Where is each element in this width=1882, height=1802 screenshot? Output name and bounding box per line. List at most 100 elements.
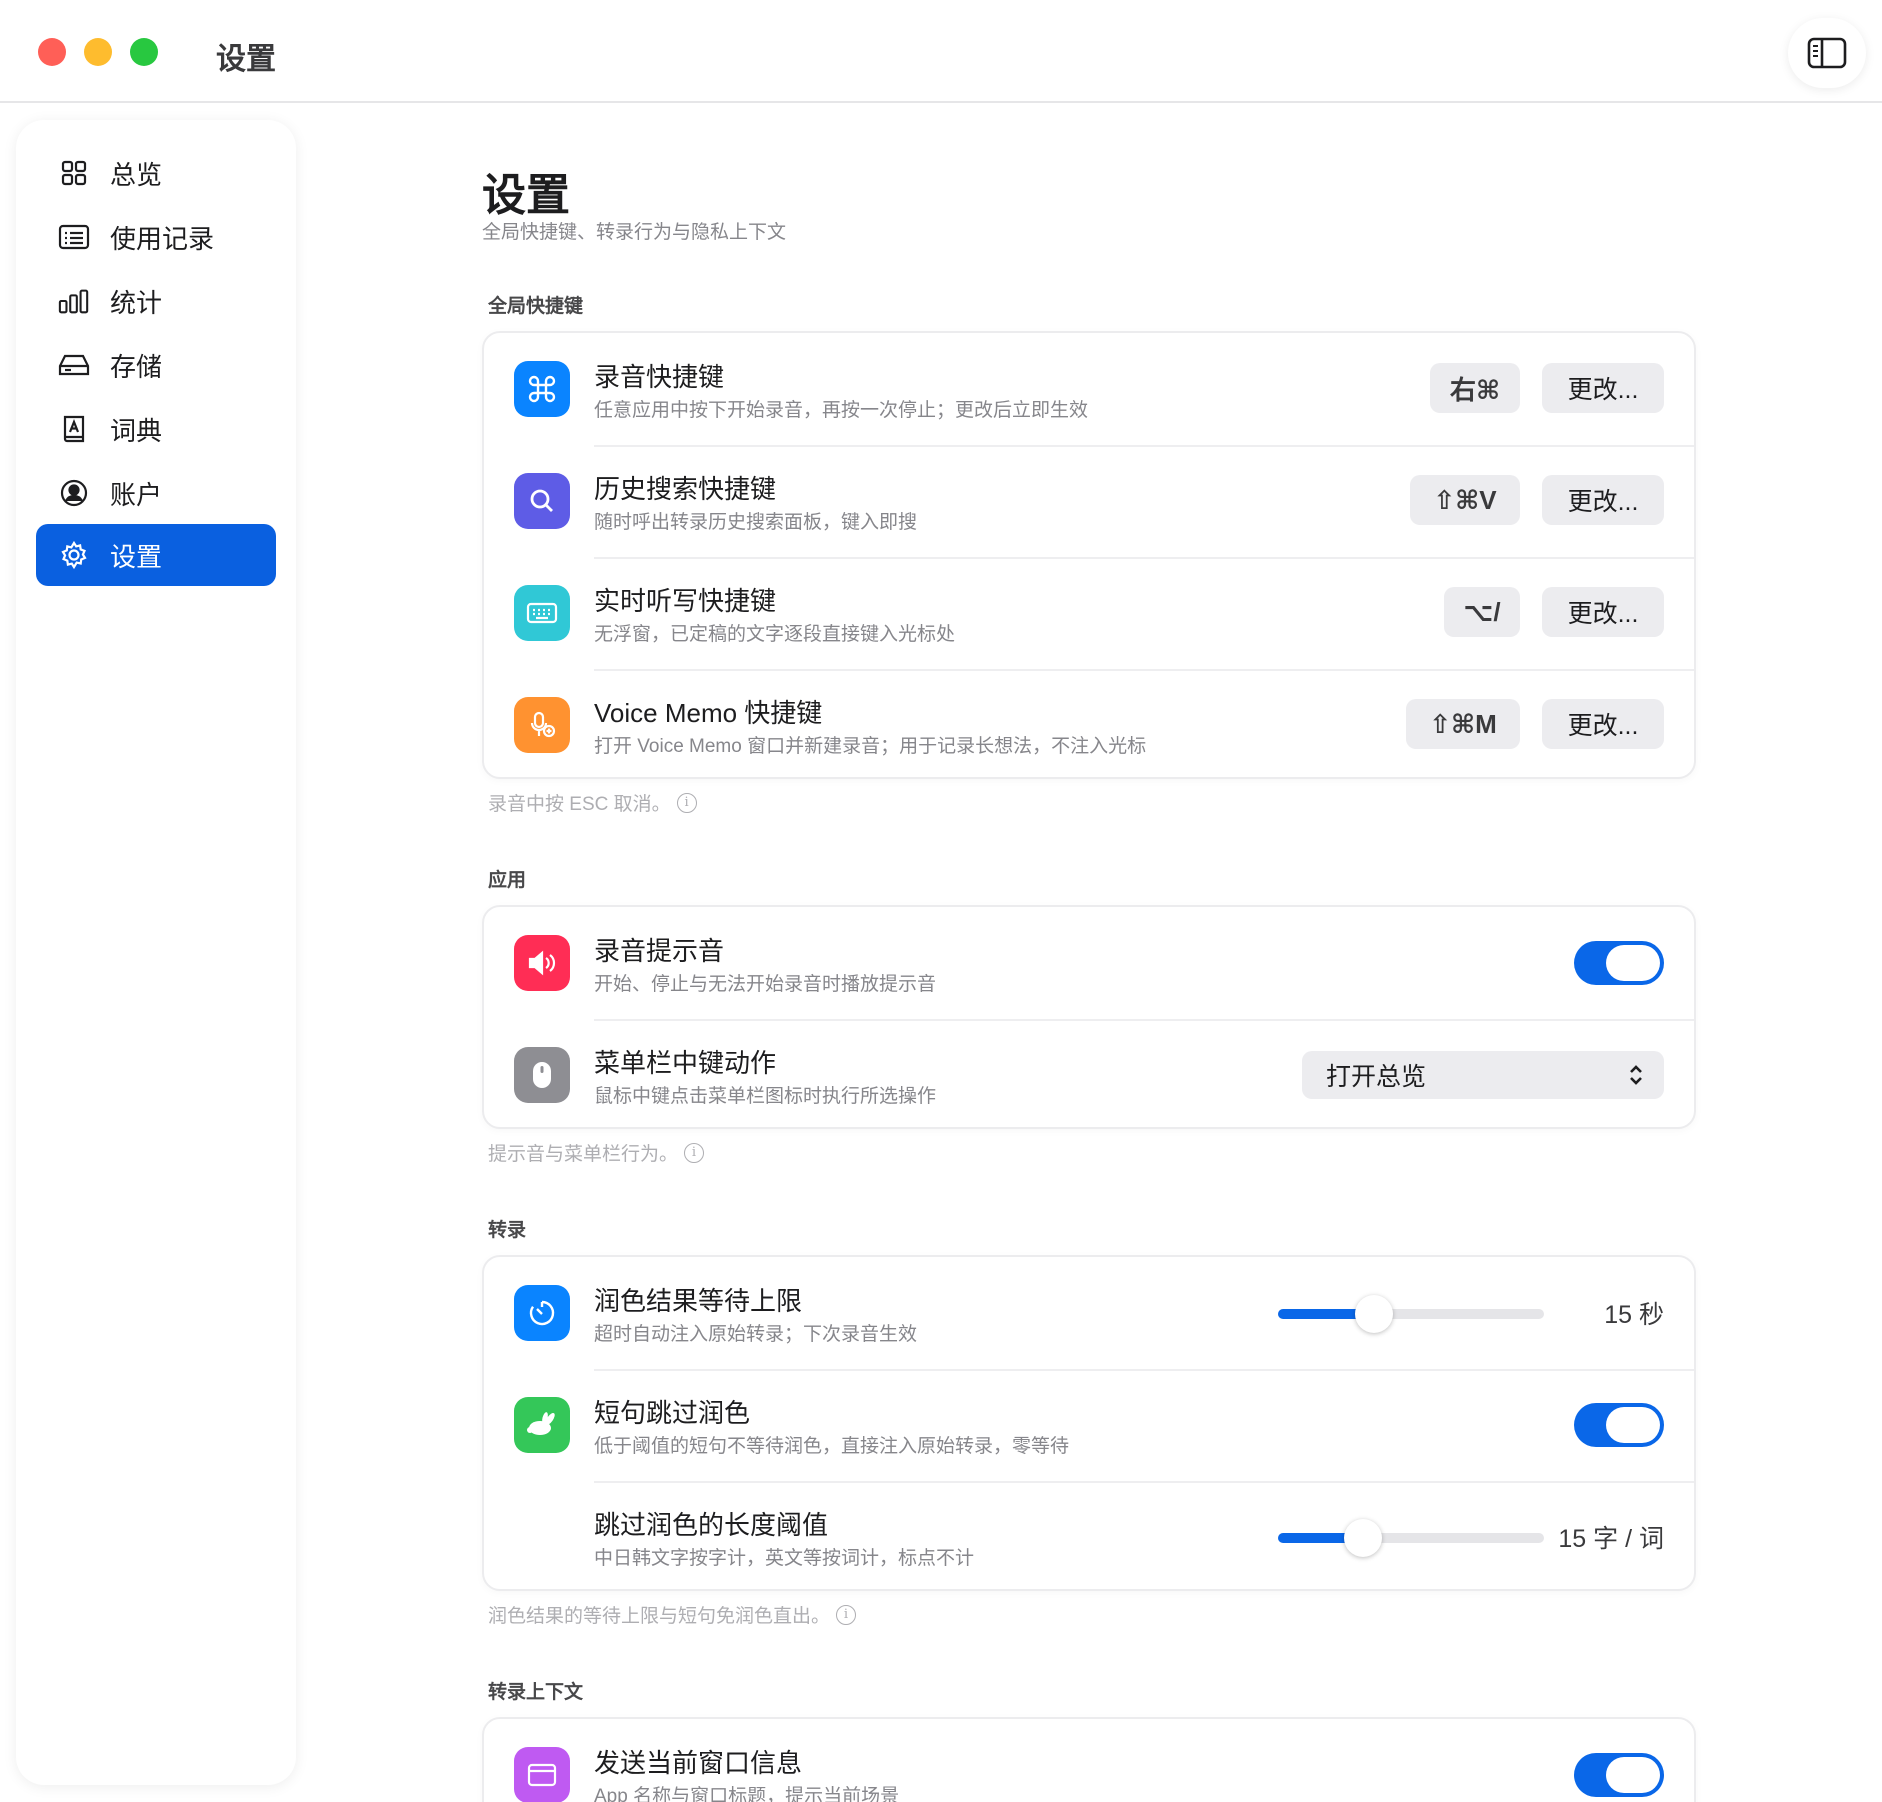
row-title: 录音快捷键 — [594, 362, 725, 392]
shortcut-key-badge: ⇧⌘M — [1406, 699, 1520, 749]
footnote-text: 润色结果的等待上限与短句免润色直出。 — [488, 1606, 831, 1627]
sidebar-item-account[interactable]: 账户 — [36, 462, 276, 524]
row-title: 实时听写快捷键 — [594, 586, 777, 616]
sidebar-item-label: 词典 — [110, 415, 163, 446]
title-bar: 设置 — [0, 0, 1882, 103]
app-footnote: 提示音与菜单栏行为。 i — [488, 1139, 705, 1166]
sidebar-item-label: 使用记录 — [110, 223, 215, 254]
row-description: 打开 Voice Memo 窗口并新建录音；用于记录长想法，不注入光标 — [594, 736, 1147, 757]
divider — [594, 1369, 1694, 1371]
keyboard-icon — [514, 585, 570, 641]
shortcut-row-voice-memo: Voice Memo 快捷键 打开 Voice Memo 窗口并新建录音；用于记… — [484, 669, 1694, 781]
sidebar-item-dictionary[interactable]: 词典 — [36, 398, 276, 460]
minimize-window-button[interactable] — [84, 38, 112, 66]
skip-threshold-row: 跳过润色的长度阈值 中日韩文字按字计，英文等按词计，标点不计 15 字 / 词 — [484, 1481, 1694, 1593]
person-circle-icon — [58, 477, 90, 509]
section-label-transcribe: 转录 — [488, 1220, 527, 1241]
row-description: 鼠标中键点击菜单栏图标时执行所选操作 — [594, 1086, 937, 1107]
sidebar-item-label: 总览 — [110, 159, 163, 190]
sound-row: 录音提示音 开始、停止与无法开始录音时播放提示音 — [484, 907, 1694, 1019]
skip-threshold-value: 15 字 / 词 — [1558, 1525, 1664, 1553]
change-dictation-shortcut-button[interactable]: 更改... — [1542, 587, 1664, 637]
page-subtitle: 全局快捷键、转录行为与隐私上下文 — [482, 222, 787, 243]
rabbit-icon — [514, 1397, 570, 1453]
transcribe-card: 润色结果等待上限 超时自动注入原始转录；下次录音生效 15 秒 短句跳过润色 低… — [482, 1255, 1696, 1591]
context-card: 发送当前窗口信息 App 名称与窗口标题，提示当前场景 — [482, 1717, 1696, 1802]
row-title: 跳过润色的长度阈值 — [594, 1510, 829, 1540]
toggle-knob — [1606, 945, 1660, 981]
sidebar-item-overview[interactable]: 总览 — [36, 142, 276, 204]
skip-threshold-slider[interactable] — [1278, 1519, 1544, 1557]
row-title: 菜单栏中键动作 — [594, 1048, 777, 1078]
toggle-knob — [1606, 1407, 1660, 1443]
row-description: 低于阈值的短句不等待润色，直接注入原始转录，零等待 — [594, 1436, 1070, 1457]
divider — [594, 445, 1694, 447]
divider — [594, 669, 1694, 671]
divider — [594, 1019, 1694, 1021]
app-card: 录音提示音 开始、停止与无法开始录音时播放提示音 菜单栏中键动作 鼠标中键点击菜… — [482, 905, 1696, 1129]
wait-limit-slider[interactable] — [1278, 1295, 1544, 1333]
grid-icon — [58, 157, 90, 189]
sound-toggle[interactable] — [1574, 941, 1664, 985]
sidebar-item-label: 设置 — [110, 541, 163, 572]
mic-plus-icon — [514, 697, 570, 753]
row-description: 任意应用中按下开始录音，再按一次停止；更改后立即生效 — [594, 400, 1089, 421]
sidebar-item-label: 统计 — [110, 287, 163, 318]
zoom-window-button[interactable] — [130, 38, 158, 66]
magnifier-icon — [514, 473, 570, 529]
row-title: 短句跳过润色 — [594, 1398, 751, 1428]
shortcut-row-record: 录音快捷键 任意应用中按下开始录音，再按一次停止；更改后立即生效 右⌘ 更改..… — [484, 333, 1694, 445]
window-info-row: 发送当前窗口信息 App 名称与窗口标题，提示当前场景 — [484, 1719, 1694, 1802]
sidebar-item-storage[interactable]: 存储 — [36, 334, 276, 396]
sidebar-icon — [1807, 37, 1847, 69]
row-title: Voice Memo 快捷键 — [594, 698, 823, 728]
select-value: 打开总览 — [1326, 1063, 1427, 1091]
sidebar-item-history[interactable]: 使用记录 — [36, 206, 276, 268]
row-description: App 名称与窗口标题，提示当前场景 — [594, 1786, 900, 1802]
window-info-toggle[interactable] — [1574, 1753, 1664, 1797]
command-icon — [514, 361, 570, 417]
slider-knob[interactable] — [1354, 1295, 1393, 1333]
sidebar-toggle-button[interactable] — [1788, 18, 1866, 88]
window-icon — [514, 1747, 570, 1802]
sidebar: 总览 使用记录 统计 存储 词典 账户 设置 — [16, 120, 296, 1785]
shortcut-row-history-search: 历史搜索快捷键 随时呼出转录历史搜索面板，键入即搜 ⇧⌘V 更改... — [484, 445, 1694, 557]
info-icon[interactable]: i — [676, 792, 697, 813]
slider-knob[interactable] — [1344, 1519, 1383, 1557]
sidebar-item-label: 账户 — [110, 479, 163, 510]
sidebar-item-settings[interactable]: 设置 — [36, 524, 276, 586]
shortcut-key-badge: 右⌘ — [1430, 363, 1520, 413]
shortcuts-footnote: 录音中按 ESC 取消。 i — [488, 789, 697, 816]
info-icon[interactable]: i — [684, 1142, 705, 1163]
row-description: 超时自动注入原始转录；下次录音生效 — [594, 1324, 918, 1345]
settings-window: 设置 总览 使用记录 统计 存储 词典 账户 设置 设置 全局快捷键、转录行为与… — [0, 0, 1882, 1802]
shortcut-key-badge: ⇧⌘V — [1410, 475, 1520, 525]
wait-limit-row: 润色结果等待上限 超时自动注入原始转录；下次录音生效 15 秒 — [484, 1257, 1694, 1369]
divider — [594, 1481, 1694, 1483]
skip-polish-toggle[interactable] — [1574, 1403, 1664, 1447]
row-description: 中日韩文字按字计，英文等按词计，标点不计 — [594, 1548, 975, 1569]
skip-polish-row: 短句跳过润色 低于阈值的短句不等待润色，直接注入原始转录，零等待 — [484, 1369, 1694, 1481]
change-record-shortcut-button[interactable]: 更改... — [1542, 363, 1664, 413]
row-title: 润色结果等待上限 — [594, 1286, 803, 1316]
toggle-knob — [1606, 1757, 1660, 1793]
info-icon[interactable]: i — [836, 1604, 857, 1625]
footnote-text: 提示音与菜单栏行为。 — [488, 1144, 679, 1165]
gear-icon — [58, 539, 90, 571]
section-label-shortcuts: 全局快捷键 — [488, 296, 584, 317]
shortcuts-card: 录音快捷键 任意应用中按下开始录音，再按一次停止；更改后立即生效 右⌘ 更改..… — [482, 331, 1696, 779]
up-down-chevron-icon — [1630, 1065, 1642, 1085]
close-window-button[interactable] — [38, 38, 66, 66]
footnote-text: 录音中按 ESC 取消。 — [488, 794, 671, 815]
section-label-app: 应用 — [488, 870, 527, 891]
change-history-shortcut-button[interactable]: 更改... — [1542, 475, 1664, 525]
sidebar-item-stats[interactable]: 统计 — [36, 270, 276, 332]
timer-icon — [514, 1285, 570, 1341]
page-title: 设置 — [482, 171, 570, 220]
speaker-icon — [514, 935, 570, 991]
middle-click-row: 菜单栏中键动作 鼠标中键点击菜单栏图标时执行所选操作 打开总览 — [484, 1019, 1694, 1131]
middle-click-action-select[interactable]: 打开总览 — [1302, 1051, 1664, 1099]
row-title: 录音提示音 — [594, 936, 725, 966]
change-voice-memo-shortcut-button[interactable]: 更改... — [1542, 699, 1664, 749]
section-label-context: 转录上下文 — [488, 1682, 584, 1703]
